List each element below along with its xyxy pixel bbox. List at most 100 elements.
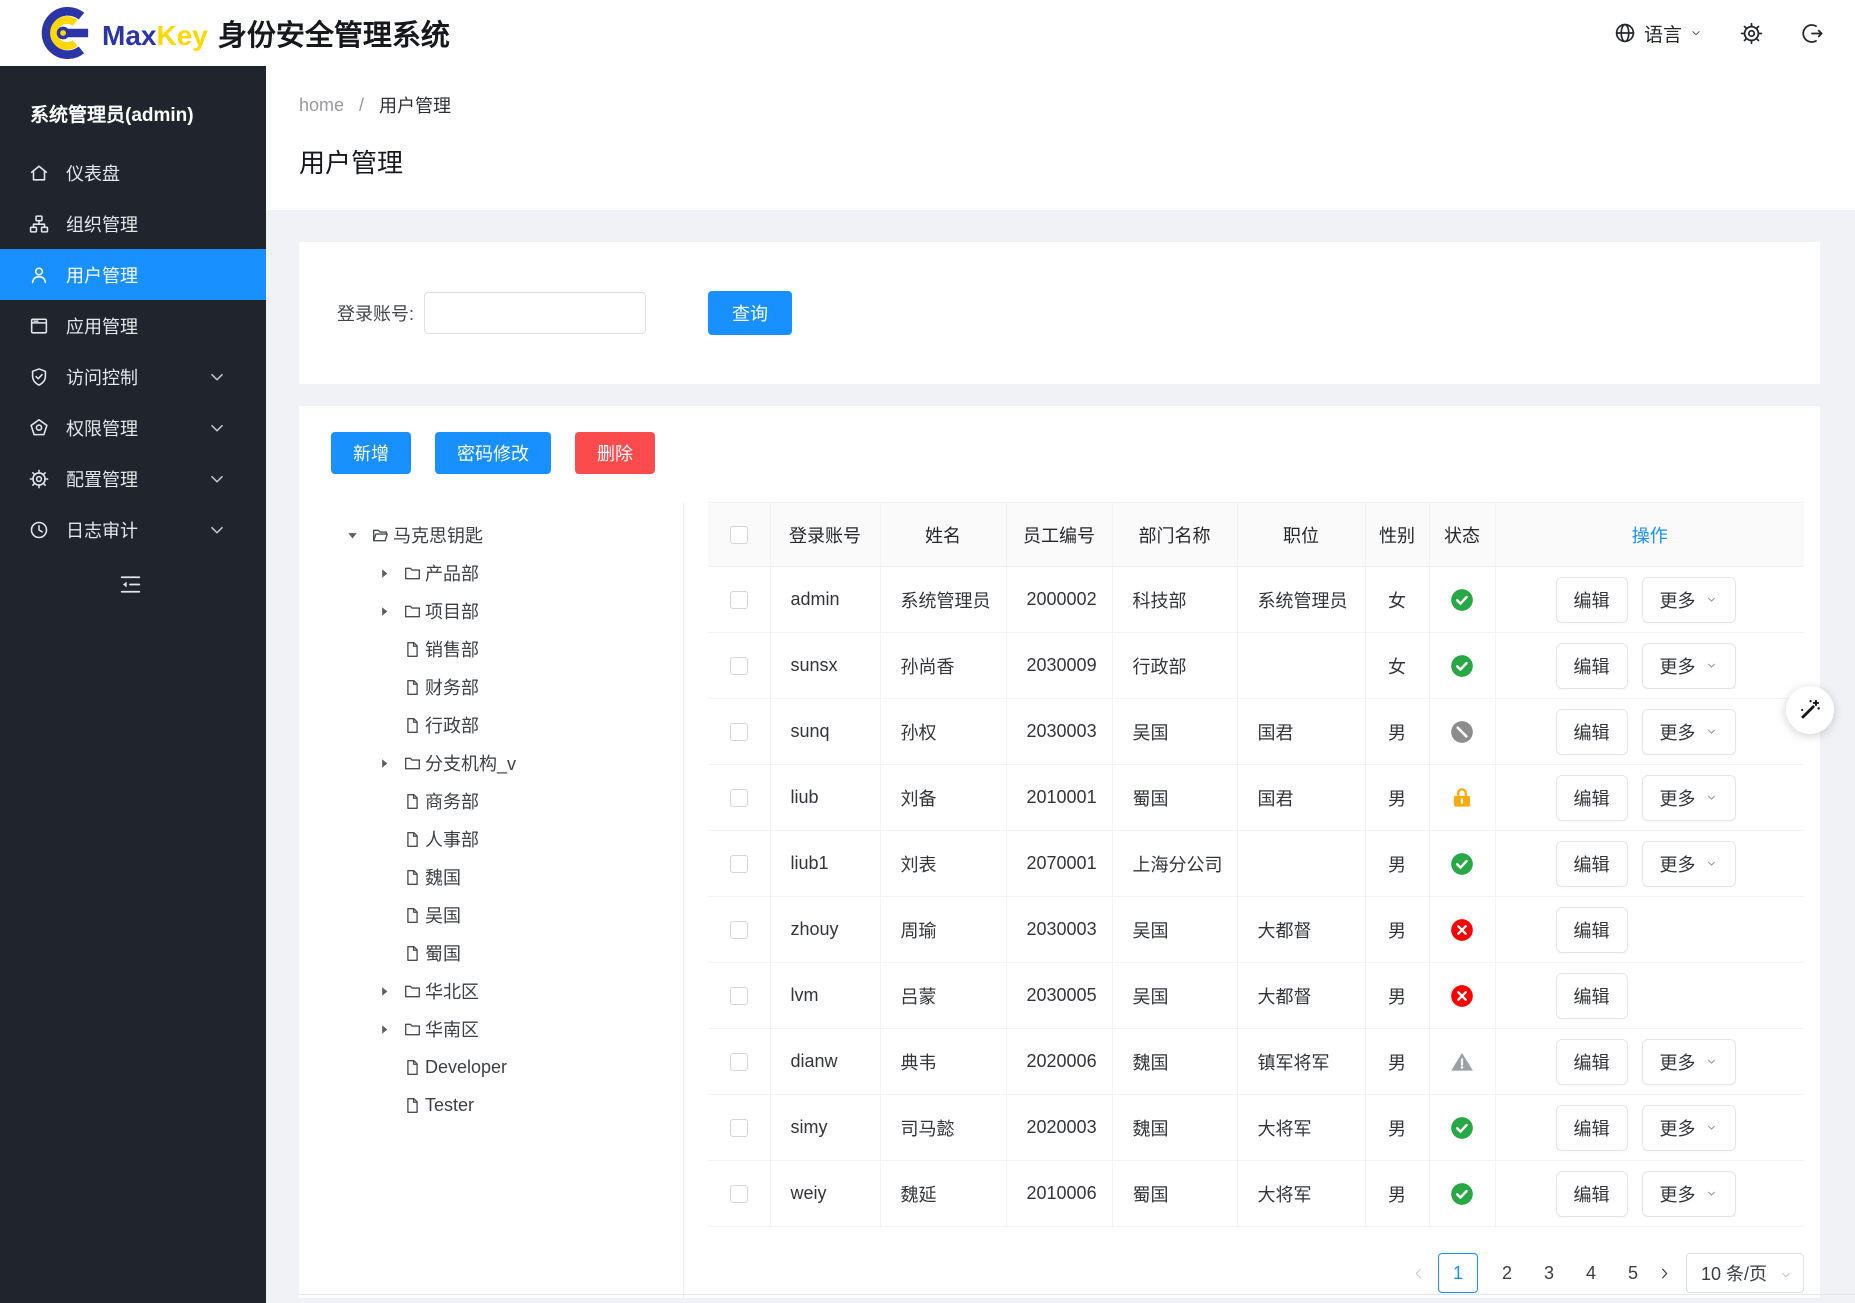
clock-icon: [28, 519, 50, 541]
brand[interactable]: MaxKey身份安全管理系统: [38, 6, 450, 60]
row-checkbox[interactable]: [730, 723, 748, 741]
edit-button[interactable]: 编辑: [1556, 1105, 1628, 1151]
sidebar-item-clock[interactable]: 日志审计: [0, 504, 266, 555]
tree-item-label: 人事部: [425, 826, 479, 852]
cell-department: 魏国: [1112, 1095, 1237, 1161]
login-account-input[interactable]: [424, 292, 646, 334]
next-page-button[interactable]: [1654, 1262, 1676, 1284]
page-1-button[interactable]: 1: [1438, 1253, 1478, 1293]
select-all-checkbox[interactable]: [730, 526, 748, 544]
tree-item[interactable]: 行政部: [299, 706, 683, 744]
prev-page-button[interactable]: [1408, 1262, 1430, 1284]
more-button[interactable]: 更多: [1642, 1039, 1736, 1085]
more-button[interactable]: 更多: [1642, 775, 1736, 821]
language-menu[interactable]: 语言: [1613, 20, 1703, 47]
sidebar-item-user[interactable]: 用户管理: [0, 249, 266, 300]
chevron-down-icon: [1705, 791, 1718, 804]
tree-item[interactable]: 项目部: [299, 592, 683, 630]
page-size-select[interactable]: 10 条/页: [1686, 1253, 1804, 1293]
tree-item[interactable]: 马克思钥匙: [299, 516, 683, 554]
row-checkbox[interactable]: [730, 591, 748, 609]
tree-item[interactable]: 财务部: [299, 668, 683, 706]
row-checkbox[interactable]: [730, 657, 748, 675]
folder-icon: [403, 982, 422, 1001]
tree-item[interactable]: Tester: [299, 1086, 683, 1124]
more-button[interactable]: 更多: [1642, 841, 1736, 887]
pagination: 12 3 4 5 10 条/页: [708, 1227, 1804, 1293]
tree-item[interactable]: Developer: [299, 1048, 683, 1086]
sidebar-item-dashboard[interactable]: 仪表盘: [0, 147, 266, 198]
row-checkbox[interactable]: [730, 921, 748, 939]
tree-item[interactable]: 华南区: [299, 1010, 683, 1048]
floating-widget-button[interactable]: [1786, 686, 1834, 734]
more-button[interactable]: 更多: [1642, 1105, 1736, 1151]
menu-fold-button[interactable]: [0, 555, 266, 602]
page-4-button[interactable]: 4: [1581, 1263, 1601, 1284]
caret-right-icon[interactable]: [377, 603, 393, 619]
tree-item[interactable]: 华北区: [299, 972, 683, 1010]
breadcrumb-home-link[interactable]: home: [299, 95, 344, 116]
more-button[interactable]: 更多: [1642, 577, 1736, 623]
add-button[interactable]: 新增: [331, 432, 411, 474]
tree-item[interactable]: 人事部: [299, 820, 683, 858]
row-checkbox[interactable]: [730, 987, 748, 1005]
edit-button[interactable]: 编辑: [1556, 577, 1628, 623]
edit-button[interactable]: 编辑: [1556, 973, 1628, 1019]
cell-status: [1429, 831, 1495, 897]
page-3-button[interactable]: 3: [1539, 1263, 1559, 1284]
folder-icon: [403, 602, 422, 621]
more-button[interactable]: 更多: [1642, 643, 1736, 689]
edit-button[interactable]: 编辑: [1556, 907, 1628, 953]
row-actions: 编辑更多: [1556, 643, 1805, 689]
row-checkbox[interactable]: [730, 1053, 748, 1071]
tree-item[interactable]: 蜀国: [299, 934, 683, 972]
sidebar-item-shield[interactable]: 访问控制: [0, 351, 266, 402]
tree-item[interactable]: 产品部: [299, 554, 683, 592]
caret-right-icon[interactable]: [377, 1021, 393, 1037]
table-row: liub1刘表2070001上海分公司男编辑更多: [708, 831, 1804, 897]
row-checkbox[interactable]: [730, 789, 748, 807]
tree-item-label: 产品部: [425, 560, 479, 586]
folder-icon: [403, 754, 422, 773]
change-password-button[interactable]: 密码修改: [435, 432, 551, 474]
row-checkbox[interactable]: [730, 1185, 748, 1203]
table-pane: 登录账号姓名员工编号部门名称职位性别状态操作 admin系统管理员2000002…: [684, 502, 1820, 1298]
sidebar: 系统管理员(admin) 仪表盘组织管理用户管理应用管理访问控制权限管理配置管理…: [0, 66, 266, 1303]
tree-item[interactable]: 销售部: [299, 630, 683, 668]
row-checkbox[interactable]: [730, 855, 748, 873]
caret-down-icon[interactable]: [345, 527, 361, 543]
page-5-button[interactable]: 5: [1623, 1263, 1643, 1284]
caret-right-icon[interactable]: [377, 983, 393, 999]
main-content: home / 用户管理 用户管理 登录账号: 查询 新增 密码修改 删除 马克思…: [266, 66, 1855, 1303]
edit-button[interactable]: 编辑: [1556, 1039, 1628, 1085]
chevron-down-icon: [1705, 725, 1718, 738]
sidebar-item-org[interactable]: 组织管理: [0, 198, 266, 249]
caret-right-icon[interactable]: [377, 755, 393, 771]
tree-item[interactable]: 商务部: [299, 782, 683, 820]
cell-status: [1429, 1095, 1495, 1161]
delete-button[interactable]: 删除: [575, 432, 655, 474]
more-button[interactable]: 更多: [1642, 1171, 1736, 1217]
sidebar-item-gear[interactable]: 配置管理: [0, 453, 266, 504]
row-checkbox[interactable]: [730, 1119, 748, 1137]
query-button[interactable]: 查询: [708, 291, 792, 335]
caret-right-icon[interactable]: [377, 565, 393, 581]
edit-button[interactable]: 编辑: [1556, 1171, 1628, 1217]
edit-button[interactable]: 编辑: [1556, 775, 1628, 821]
tree-item[interactable]: 魏国: [299, 858, 683, 896]
sidebar-item-badge[interactable]: 权限管理: [0, 402, 266, 453]
tree-item-label: 魏国: [425, 864, 461, 890]
edit-button[interactable]: 编辑: [1556, 709, 1628, 755]
page-2-button[interactable]: 2: [1497, 1263, 1517, 1284]
logout-button[interactable]: [1800, 21, 1825, 46]
more-button[interactable]: 更多: [1642, 709, 1736, 755]
tree-item[interactable]: 分支机构_v: [299, 744, 683, 782]
cell-gender: 男: [1365, 897, 1429, 963]
user-panel: 新增 密码修改 删除 马克思钥匙产品部项目部销售部财务部行政部分支机构_v商务部…: [299, 406, 1820, 1298]
sidebar-item-app[interactable]: 应用管理: [0, 300, 266, 351]
settings-button[interactable]: [1739, 21, 1764, 46]
edit-button[interactable]: 编辑: [1556, 841, 1628, 887]
edit-button[interactable]: 编辑: [1556, 643, 1628, 689]
chevron-down-icon: [1779, 1266, 1793, 1280]
tree-item[interactable]: 吴国: [299, 896, 683, 934]
